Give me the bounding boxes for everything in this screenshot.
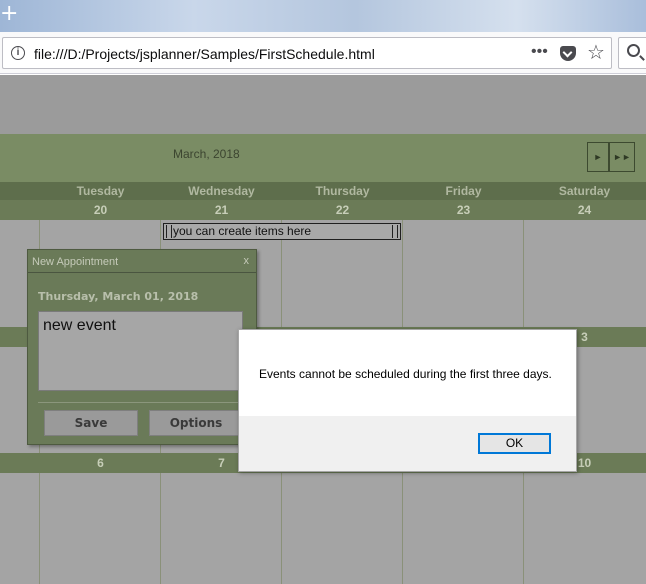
dialog-message: Events cannot be scheduled during the fi…: [259, 367, 552, 381]
page-actions-more-icon[interactable]: •••: [531, 43, 548, 61]
pocket-icon[interactable]: [560, 46, 576, 61]
dialog-body: Events cannot be scheduled during the fi…: [239, 330, 576, 416]
week-body[interactable]: [0, 473, 646, 584]
day-name: Saturday: [558, 184, 611, 198]
window-titlebar: +: [0, 0, 646, 32]
options-button[interactable]: Options: [149, 410, 243, 436]
appointment-title: New Appointment: [32, 256, 119, 268]
address-bar[interactable]: i file:///D:/Projects/jsplanner/Samples/…: [2, 37, 612, 69]
url-text[interactable]: file:///D:/Projects/jsplanner/Samples/Fi…: [34, 46, 375, 62]
close-icon[interactable]: x: [244, 255, 250, 267]
alert-dialog: Events cannot be scheduled during the fi…: [238, 329, 577, 472]
date-cell[interactable]: 20: [40, 203, 161, 217]
appointment-date: Thursday, March 01, 2018: [38, 290, 199, 303]
date-cell[interactable]: 23: [403, 203, 524, 217]
search-box[interactable]: [618, 37, 646, 69]
bookmark-star-icon[interactable]: ☆: [587, 40, 605, 65]
ok-button[interactable]: OK: [478, 433, 551, 454]
calendar-header: March, 2018 ► ►►: [0, 134, 646, 182]
navigation-toolbar: i file:///D:/Projects/jsplanner/Samples/…: [0, 32, 646, 74]
new-tab-plus-icon[interactable]: +: [0, 3, 18, 26]
week-date-row: 20 21 22 23 24: [0, 200, 646, 220]
fast-forward-button[interactable]: ►►: [609, 142, 635, 172]
date-cell[interactable]: 21: [161, 203, 282, 217]
date-cell[interactable]: 6: [40, 456, 161, 470]
month-label: March, 2018: [173, 147, 240, 161]
new-appointment-form: New Appointment x Thursday, March 01, 20…: [27, 249, 257, 445]
calendar-item[interactable]: you can create items here: [163, 223, 401, 240]
search-icon: [627, 44, 640, 57]
save-button[interactable]: Save: [44, 410, 138, 436]
day-name: Tuesday: [76, 184, 125, 198]
date-cell[interactable]: 24: [524, 203, 645, 217]
page-content: March, 2018 ► ►► Tuesday Wednesday Thurs…: [0, 75, 646, 584]
day-names-row: Tuesday Wednesday Thursday Friday Saturd…: [0, 182, 646, 200]
day-name: Wednesday: [188, 184, 255, 198]
next-month-button[interactable]: ►: [587, 142, 609, 172]
date-cell[interactable]: 22: [282, 203, 403, 217]
appointment-text-input[interactable]: new event: [38, 311, 243, 391]
day-name: Friday: [445, 184, 482, 198]
info-icon[interactable]: i: [11, 46, 25, 60]
day-name: Thursday: [315, 184, 370, 198]
